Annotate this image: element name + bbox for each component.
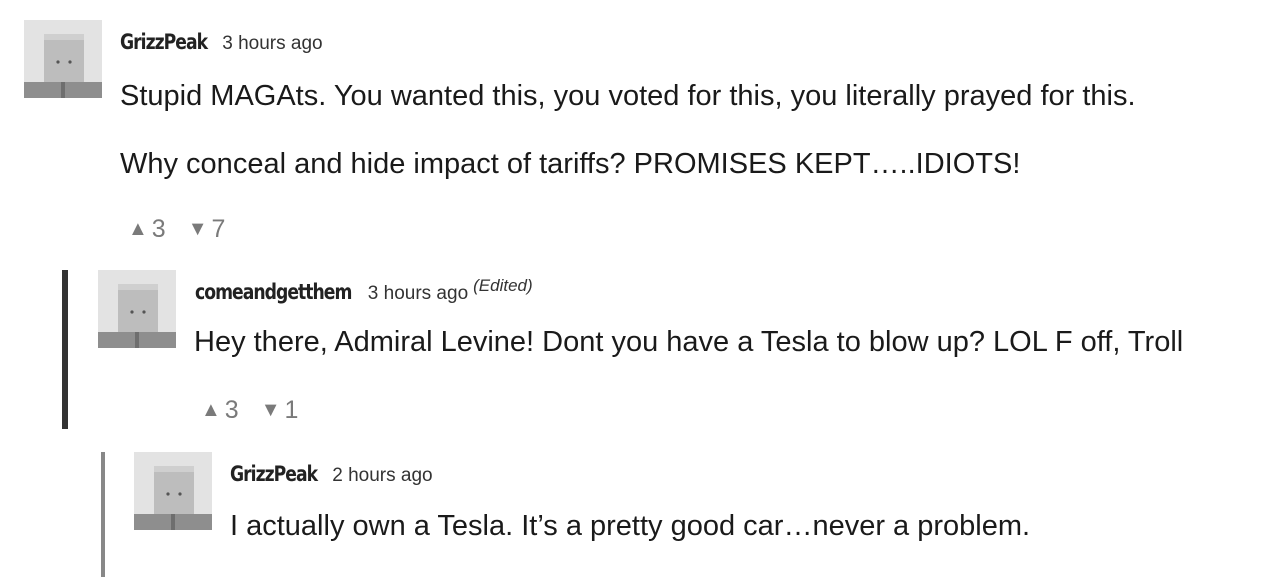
vote-controls: ▲ 3 ▼ 1 xyxy=(201,396,298,425)
edited-label: (Edited) xyxy=(473,276,533,295)
timestamp: 3 hours ago xyxy=(222,33,323,54)
comment-text: Why conceal and hide impact of tariffs? … xyxy=(120,148,1021,180)
up-triangle-icon: ▲ xyxy=(128,218,148,240)
comment-meta: GrizzPeak 2 hours ago xyxy=(230,462,433,487)
thread-line xyxy=(101,452,105,577)
up-triangle-icon: ▲ xyxy=(201,399,221,421)
upvote-button[interactable]: ▲ 3 xyxy=(128,215,166,244)
default-avatar-icon xyxy=(98,270,176,348)
downvote-button[interactable]: ▼ 7 xyxy=(188,215,226,244)
vote-controls: ▲ 3 ▼ 7 xyxy=(128,215,225,244)
downvote-button[interactable]: ▼ 1 xyxy=(261,396,299,425)
upvote-count: 3 xyxy=(224,396,239,424)
down-triangle-icon: ▼ xyxy=(260,399,281,421)
upvote-count: 3 xyxy=(151,215,166,243)
comment-text: I actually own a Tesla. It’s a pretty go… xyxy=(230,510,1031,542)
username[interactable]: GrizzPeak xyxy=(120,30,208,54)
comment-text: Stupid MAGAts. You wanted this, you vote… xyxy=(120,80,1136,112)
down-triangle-icon: ▼ xyxy=(187,218,208,240)
upvote-button[interactable]: ▲ 3 xyxy=(201,396,239,425)
default-avatar-icon xyxy=(134,452,212,530)
username[interactable]: comeandgetthem xyxy=(195,280,352,304)
timestamp: 2 hours ago xyxy=(332,465,433,486)
comment-meta: comeandgetthem 3 hours ago (Edited) xyxy=(195,276,533,305)
downvote-count: 1 xyxy=(284,396,299,424)
thread-line xyxy=(62,270,68,429)
timestamp: 3 hours ago xyxy=(367,283,469,304)
comment-meta: GrizzPeak 3 hours ago xyxy=(120,30,323,55)
avatar[interactable] xyxy=(24,20,102,98)
avatar[interactable] xyxy=(134,452,212,530)
downvote-count: 7 xyxy=(211,215,226,243)
avatar[interactable] xyxy=(98,270,176,348)
default-avatar-icon xyxy=(24,20,102,98)
comment-text: Hey there, Admiral Levine! Dont you have… xyxy=(194,326,1184,358)
username[interactable]: GrizzPeak xyxy=(230,462,318,486)
